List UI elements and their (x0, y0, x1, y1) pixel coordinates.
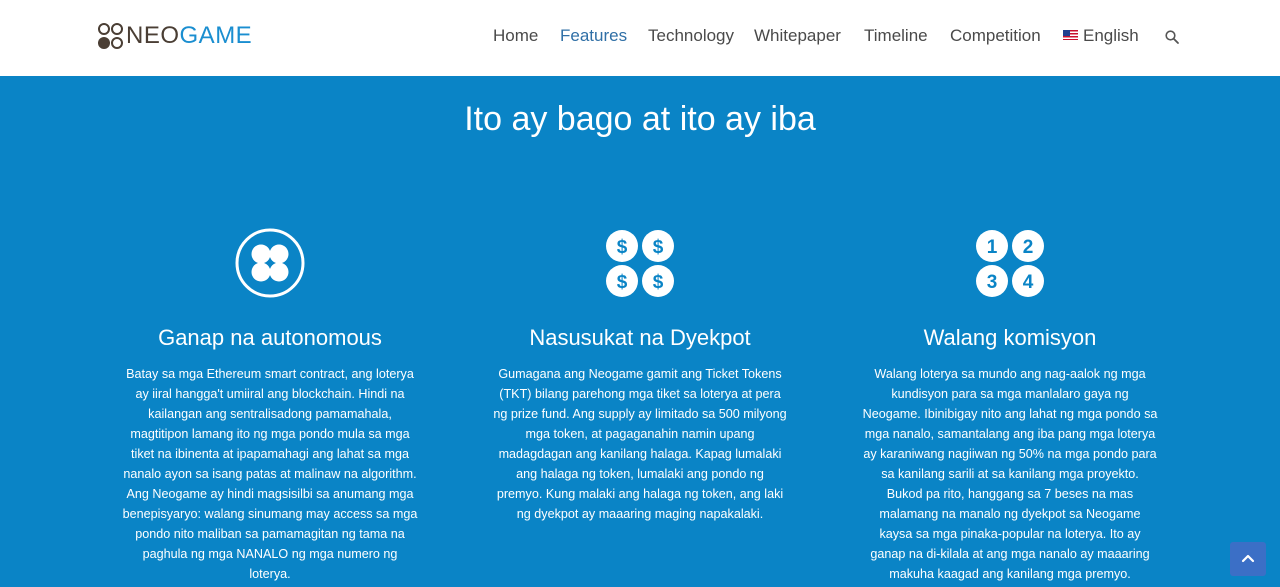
nav-features[interactable]: Features (560, 25, 627, 47)
feature-autonomous: Ganap na autonomous Batay sa mga Ethereu… (120, 228, 420, 584)
svg-text:2: 2 (1023, 237, 1034, 258)
feature-title: Walang komisyon (923, 325, 1097, 350)
nav-timeline[interactable]: Timeline (864, 25, 928, 47)
language-selector[interactable]: English (1063, 25, 1139, 47)
feature-no-commission: 1 2 3 4 Walang komisyon Walang loterya s… (860, 228, 1160, 584)
feature-jackpot: $ $ $ $ Nasusukat na Dyekpot Gumagana an… (490, 228, 790, 524)
search-icon[interactable] (1164, 29, 1180, 45)
chevron-up-icon (1241, 554, 1255, 563)
svg-text:3: 3 (987, 272, 998, 293)
section-title: Ito ay bago at ito ay iba (464, 100, 816, 138)
nav-technology[interactable]: Technology (648, 25, 734, 47)
svg-text:$: $ (653, 272, 664, 293)
feature-description: Batay sa mga Ethereum smart contract, an… (122, 367, 418, 581)
feature-title: Nasusukat na Dyekpot (529, 325, 751, 350)
feature-title: Ganap na autonomous (158, 325, 382, 350)
scroll-to-top-button[interactable] (1230, 542, 1266, 576)
svg-text:$: $ (617, 237, 628, 258)
dollar-coins-icon: $ $ $ $ (606, 230, 674, 297)
numbered-circles-icon: 1 2 3 4 (976, 230, 1044, 297)
nav-competition[interactable]: Competition (950, 25, 1041, 47)
feature-description: Gumagana ang Neogame gamit ang Ticket To… (493, 367, 787, 521)
svg-text:$: $ (653, 237, 664, 258)
nav-home[interactable]: Home (493, 25, 538, 47)
navbar: NEOGAME Home Features Technology Whitepa… (0, 0, 1280, 76)
feature-description: Walang loterya sa mundo ang nag-aalok ng… (862, 367, 1158, 581)
language-label: English (1083, 26, 1139, 45)
four-circles-icon (235, 228, 305, 298)
svg-text:1: 1 (987, 237, 998, 258)
svg-text:$: $ (617, 272, 628, 293)
us-flag-icon (1063, 30, 1078, 40)
main-nav: Home Features Technology Whitepaper Time… (0, 25, 1280, 49)
nav-whitepaper[interactable]: Whitepaper (754, 25, 841, 47)
svg-text:4: 4 (1023, 272, 1034, 293)
